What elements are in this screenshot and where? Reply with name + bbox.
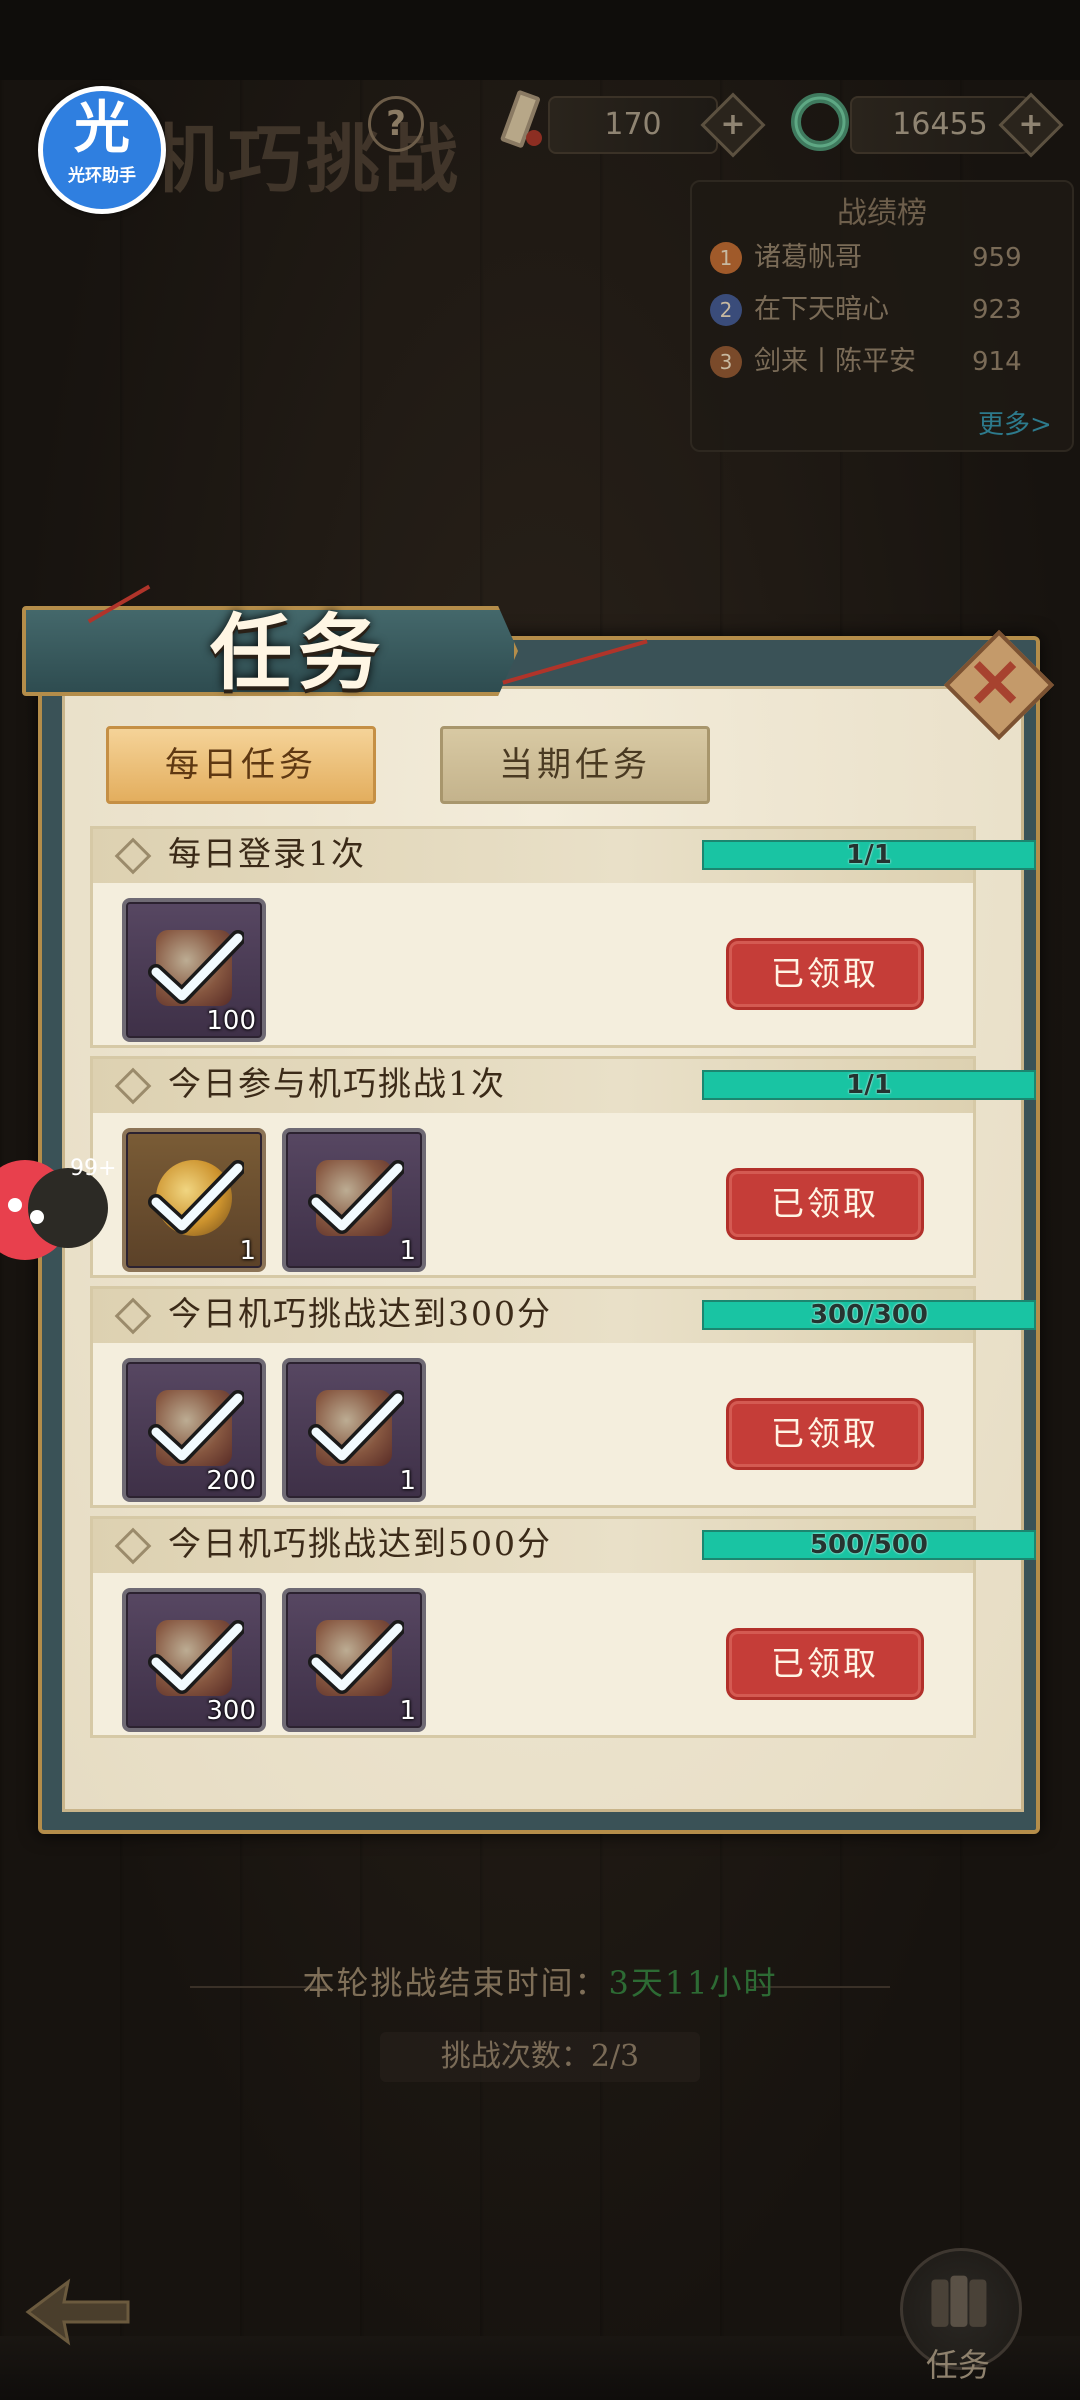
currency-scroll-value: 170	[548, 96, 718, 154]
close-icon[interactable]: ×	[960, 640, 1030, 720]
check-icon	[308, 1390, 404, 1464]
assistant-logo[interactable]: 光 光环助手	[38, 86, 166, 214]
leaderboard-more-link[interactable]: 更多>	[978, 404, 1052, 441]
claimed-button[interactable]: 已领取	[732, 944, 918, 1004]
leaderboard-row: 2 在下天暗心 923	[710, 290, 1060, 334]
reward-item[interactable]: 1	[282, 1358, 426, 1502]
player-name: 在下天暗心	[754, 294, 889, 325]
player-name: 剑来丨陈平安	[754, 346, 916, 377]
scroll-currency-icon	[500, 90, 542, 148]
reward-item[interactable]: 200	[122, 1358, 266, 1502]
task-progress-bar: 1/1	[702, 840, 1036, 870]
reward-item[interactable]: 1	[282, 1128, 426, 1272]
task-progress-bar: 300/300	[702, 1300, 1036, 1330]
task-card: 今日机巧挑战达到300分 300/300 200 1 已领取	[90, 1286, 1036, 1508]
check-icon	[148, 1390, 244, 1464]
check-icon	[148, 1620, 244, 1694]
item-count: 100	[206, 1006, 256, 1036]
reward-item[interactable]: 100	[122, 898, 266, 1042]
back-arrow-icon[interactable]	[18, 2272, 138, 2352]
rank-badge: 3	[710, 346, 742, 378]
dot-icon	[30, 1210, 44, 1224]
task-title: 今日机巧挑战达到500分	[168, 1524, 552, 1563]
dialog-title: 任务	[210, 605, 387, 701]
claimed-button[interactable]: 已领取	[732, 1634, 918, 1694]
player-score: 914	[972, 347, 1022, 377]
dot-icon	[8, 1198, 22, 1212]
item-count: 200	[206, 1466, 256, 1496]
progress-text: 1/1	[846, 840, 892, 870]
reward-item[interactable]: 1	[122, 1128, 266, 1272]
jade-currency-icon	[791, 93, 849, 151]
task-progress-bar: 1/1	[702, 1070, 1036, 1100]
challenge-attempts: 挑战次数：2/3	[380, 2032, 700, 2082]
leaderboard-row: 3 剑来丨陈平安 914	[710, 342, 1060, 386]
plus-icon: +	[720, 107, 746, 142]
tab-daily-tasks[interactable]: 每日任务	[106, 726, 376, 804]
leaderboard-panel: 战绩榜 1 诸葛帆哥 959 2 在下天暗心 923 3 剑来丨陈平安 914 …	[690, 180, 1074, 452]
notification-badge: 99+	[70, 1156, 117, 1181]
plus-icon: +	[1018, 107, 1044, 142]
task-card: 每日登录1次 1/1 100 已领取	[90, 826, 1036, 1048]
reward-item[interactable]: 300	[122, 1588, 266, 1732]
task-card: 今日机巧挑战达到500分 500/500 300 1 已领取	[90, 1516, 1036, 1738]
end-time-label: 本轮挑战结束时间：	[302, 1964, 609, 2002]
progress-text: 500/500	[809, 1530, 929, 1560]
rank-badge: 2	[710, 294, 742, 326]
task-progress-bar: 500/500	[702, 1530, 1036, 1560]
claimed-button[interactable]: 已领取	[732, 1174, 918, 1234]
player-score: 959	[972, 243, 1022, 273]
task-title: 每日登录1次	[168, 834, 366, 873]
progress-text: 1/1	[846, 1070, 892, 1100]
status-bar	[0, 0, 1080, 80]
item-count: 300	[206, 1696, 256, 1726]
claimed-button[interactable]: 已领取	[732, 1404, 918, 1464]
task-corner-label: 任务	[925, 2346, 990, 2384]
item-count: 1	[399, 1466, 416, 1496]
leaderboard-row: 1 诸葛帆哥 959	[710, 238, 1060, 282]
end-time-value: 3天11小时	[608, 1964, 778, 2002]
player-score: 923	[972, 295, 1022, 325]
player-name: 诸葛帆哥	[754, 242, 862, 273]
task-card: 今日参与机巧挑战1次 1/1 1 1 已领取	[90, 1056, 1036, 1278]
check-icon	[308, 1160, 404, 1234]
progress-text: 300/300	[809, 1300, 929, 1330]
item-count: 1	[239, 1236, 256, 1266]
item-count: 1	[399, 1236, 416, 1266]
task-title: 今日机巧挑战达到300分	[168, 1294, 552, 1333]
logo-char: 光	[74, 96, 130, 161]
check-icon	[148, 930, 244, 1004]
help-button[interactable]: ?	[368, 96, 424, 152]
item-count: 1	[399, 1696, 416, 1726]
leaderboard-title: 战绩榜	[837, 196, 927, 231]
logo-subtitle: 光环助手	[68, 166, 136, 186]
round-end-time: 本轮挑战结束时间：3天11小时	[0, 1958, 1080, 2004]
rank-badge: 1	[710, 242, 742, 274]
task-title: 今日参与机巧挑战1次	[168, 1064, 506, 1103]
check-icon	[148, 1160, 244, 1234]
tab-period-tasks[interactable]: 当期任务	[440, 726, 710, 804]
reward-item[interactable]: 1	[282, 1588, 426, 1732]
check-icon	[308, 1620, 404, 1694]
